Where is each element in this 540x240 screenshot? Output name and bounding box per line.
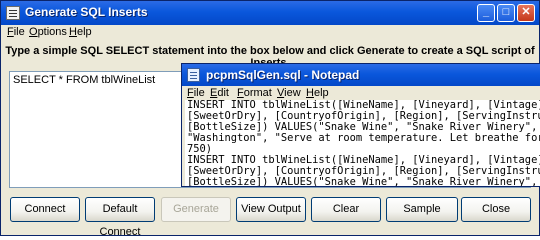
notepad-menu-bar: File Edit Format View Help [182, 86, 540, 100]
notepad-window[interactable]: pcpmSqlGen.sql - Notepad File Edit Forma… [181, 63, 540, 187]
window-title: Generate SQL Inserts [25, 5, 148, 19]
notepad-menu-format[interactable]: Format [237, 87, 272, 99]
close-button[interactable]: Close [461, 197, 531, 222]
menu-bar: File Options Help [1, 25, 539, 40]
clear-button[interactable]: Clear [311, 197, 381, 222]
notepad-menu-file[interactable]: File [187, 87, 205, 99]
notepad-line: "Washington", "Serve at room temperature… [187, 132, 540, 144]
close-window-button[interactable]: ✕ [517, 4, 535, 22]
generate-button[interactable]: Generate [161, 197, 231, 222]
notepad-icon [187, 68, 200, 82]
button-bar: Connect Default Connect Generate View Ou… [1, 190, 539, 238]
notepad-menu-view[interactable]: View [277, 87, 301, 99]
title-bar[interactable]: Generate SQL Inserts _ □ ✕ [1, 1, 539, 25]
connect-button[interactable]: Connect [10, 197, 80, 222]
default-connect-button[interactable]: Default Connect [85, 197, 155, 238]
notepad-title: pcpmSqlGen.sql - Notepad [206, 68, 360, 82]
notepad-menu-edit[interactable]: Edit [210, 87, 229, 99]
menu-options[interactable]: Options [29, 26, 67, 38]
generate-sql-inserts-window: Generate SQL Inserts _ □ ✕ File Options … [0, 0, 540, 238]
sql-input-value: SELECT * FROM tblWineList [13, 74, 156, 86]
maximize-button[interactable]: □ [497, 4, 515, 22]
notepad-title-bar[interactable]: pcpmSqlGen.sql - Notepad [182, 64, 540, 86]
notepad-text-area[interactable]: INSERT INTO tblWineList([WineName], [Vin… [185, 100, 540, 186]
notepad-line: [BottleSize]) VALUES("Snake Wine", "Snak… [187, 176, 538, 187]
view-output-button[interactable]: View Output [236, 197, 306, 222]
app-icon [6, 6, 20, 20]
notepad-menu-help[interactable]: Help [306, 87, 329, 99]
menu-help[interactable]: Help [69, 26, 92, 38]
minimize-button[interactable]: _ [477, 4, 495, 22]
sql-input[interactable]: SELECT * FROM tblWineList [9, 71, 181, 188]
sample-button[interactable]: Sample [386, 197, 458, 222]
menu-file[interactable]: File [7, 26, 25, 38]
